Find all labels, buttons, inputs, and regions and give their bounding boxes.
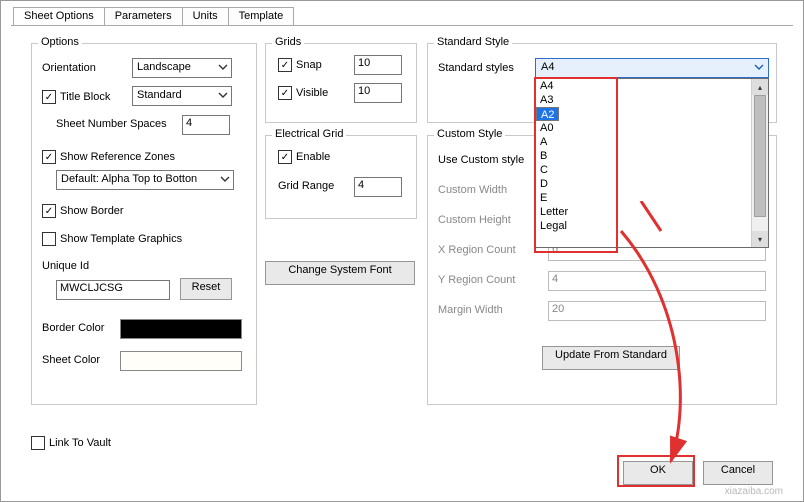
chevron-down-icon xyxy=(218,62,228,75)
tab-template[interactable]: Template xyxy=(228,7,295,25)
checkbox-icon: ✓ xyxy=(278,150,292,164)
visible-checkbox[interactable]: ✓ Visible xyxy=(278,86,328,100)
show-template-graphics-label: Show Template Graphics xyxy=(60,233,182,245)
watermark: xiazaiba.com xyxy=(725,486,783,497)
custom-height-label: Custom Height xyxy=(438,214,511,226)
chevron-down-icon xyxy=(218,90,228,103)
snap-checkbox[interactable]: ✓ Snap xyxy=(278,58,322,72)
update-from-standard-button[interactable]: Update From Standard xyxy=(542,346,680,370)
dropdown-option[interactable]: A4 xyxy=(536,79,752,93)
dialog-sheet-options: Sheet Options Parameters Units Template … xyxy=(0,0,804,502)
x-region-label: X Region Count xyxy=(438,244,516,256)
use-custom-style-label: Use Custom style xyxy=(438,154,524,166)
tab-sheet-options[interactable]: Sheet Options xyxy=(13,7,105,25)
scroll-down-button[interactable]: ▾ xyxy=(752,231,768,247)
margin-width-label: Margin Width xyxy=(438,304,503,316)
group-options-legend: Options xyxy=(38,36,82,48)
enable-checkbox[interactable]: ✓ Enable xyxy=(278,150,330,164)
checkbox-icon: ✓ xyxy=(278,58,292,72)
show-template-graphics-checkbox[interactable]: Show Template Graphics xyxy=(42,232,182,246)
tab-strip: Sheet Options Parameters Units Template xyxy=(13,7,293,25)
checkbox-icon xyxy=(42,232,56,246)
group-grids: Grids ✓ Snap 10 ✓ Visible 10 xyxy=(265,43,417,123)
standard-styles-select[interactable]: A4 xyxy=(535,58,769,78)
title-block-label: Title Block xyxy=(60,91,110,103)
group-elecgrid-legend: Electrical Grid xyxy=(272,128,346,140)
ok-button[interactable]: OK xyxy=(623,461,693,485)
grid-range-input[interactable]: 4 xyxy=(354,177,402,197)
grid-range-label: Grid Range xyxy=(278,180,334,192)
link-to-vault-checkbox[interactable]: Link To Vault xyxy=(31,436,111,450)
dropdown-option[interactable]: Legal xyxy=(536,219,752,233)
y-region-label: Y Region Count xyxy=(438,274,515,286)
sheet-color-label: Sheet Color xyxy=(42,354,100,366)
y-region-input: 4 xyxy=(548,271,766,291)
border-color-label: Border Color xyxy=(42,322,104,334)
visible-input[interactable]: 10 xyxy=(354,83,402,103)
unique-id-label: Unique Id xyxy=(42,260,89,272)
dropdown-option[interactable]: C xyxy=(536,163,752,177)
group-stdstyle-legend: Standard Style xyxy=(434,36,512,48)
dropdown-option[interactable]: A3 xyxy=(536,93,752,107)
tab-units[interactable]: Units xyxy=(182,7,229,25)
orientation-select[interactable]: Landscape xyxy=(132,58,232,78)
sheet-number-spaces-label: Sheet Number Spaces xyxy=(56,118,167,130)
standard-styles-dropdown[interactable]: A4A3A2A1A0ABCDELetterLegal ▴ ▾ xyxy=(535,78,769,248)
snap-input[interactable]: 10 xyxy=(354,55,402,75)
dropdown-option[interactable]: Letter xyxy=(536,205,752,219)
scroll-up-button[interactable]: ▴ xyxy=(752,79,768,95)
dropdown-option[interactable]: E xyxy=(536,191,752,205)
ref-zones-value: Default: Alpha Top to Botton xyxy=(61,173,197,185)
checkbox-icon xyxy=(31,436,45,450)
checkbox-icon: ✓ xyxy=(278,86,292,100)
dropdown-option[interactable]: A0 xyxy=(536,121,752,135)
snap-label: Snap xyxy=(296,59,322,71)
group-custom-legend: Custom Style xyxy=(434,128,505,140)
checkbox-icon: ✓ xyxy=(42,150,56,164)
scroll-thumb[interactable] xyxy=(754,95,766,217)
title-block-value: Standard xyxy=(137,89,182,101)
dropdown-option[interactable]: A2 xyxy=(536,107,559,121)
tab-parameters[interactable]: Parameters xyxy=(104,7,183,25)
reset-button[interactable]: Reset xyxy=(180,278,232,300)
title-block-select[interactable]: Standard xyxy=(132,86,232,106)
orientation-value: Landscape xyxy=(137,61,191,73)
chevron-down-icon xyxy=(220,174,230,187)
title-block-checkbox[interactable]: ✓ Title Block xyxy=(42,90,110,104)
show-border-label: Show Border xyxy=(60,205,124,217)
group-electrical-grid: Electrical Grid ✓ Enable Grid Range 4 xyxy=(265,135,417,219)
margin-width-input: 20 xyxy=(548,301,766,321)
group-options: Options Orientation Landscape ✓ Title Bl… xyxy=(31,43,257,405)
change-system-font-button[interactable]: Change System Font xyxy=(265,261,415,285)
chevron-down-icon xyxy=(754,62,764,75)
orientation-label: Orientation xyxy=(42,62,96,74)
visible-label: Visible xyxy=(296,87,328,99)
cancel-button[interactable]: Cancel xyxy=(703,461,773,485)
ref-zones-select[interactable]: Default: Alpha Top to Botton xyxy=(56,170,234,190)
show-ref-zones-checkbox[interactable]: ✓ Show Reference Zones xyxy=(42,150,175,164)
standard-styles-value: A4 xyxy=(541,61,554,73)
show-ref-zones-label: Show Reference Zones xyxy=(60,151,175,163)
group-grids-legend: Grids xyxy=(272,36,304,48)
unique-id-input[interactable]: MWCLJCSG xyxy=(56,280,170,300)
dropdown-scrollbar[interactable]: ▴ ▾ xyxy=(751,79,768,247)
tab-underline xyxy=(11,25,793,26)
standard-styles-label: Standard styles xyxy=(438,62,514,74)
custom-width-label: Custom Width xyxy=(438,184,507,196)
dropdown-option[interactable]: A xyxy=(536,135,752,149)
show-border-checkbox[interactable]: ✓ Show Border xyxy=(42,204,124,218)
link-to-vault-label: Link To Vault xyxy=(49,437,111,449)
checkbox-icon: ✓ xyxy=(42,204,56,218)
checkbox-icon: ✓ xyxy=(42,90,56,104)
border-color-swatch[interactable] xyxy=(120,319,242,339)
enable-label: Enable xyxy=(296,151,330,163)
dropdown-option[interactable]: B xyxy=(536,149,752,163)
sheet-number-spaces-input[interactable]: 4 xyxy=(182,115,230,135)
dropdown-option[interactable]: D xyxy=(536,177,752,191)
dropdown-option[interactable]: A1 xyxy=(536,107,752,121)
tab-content: Options Orientation Landscape ✓ Title Bl… xyxy=(13,31,791,421)
sheet-color-swatch[interactable] xyxy=(120,351,242,371)
